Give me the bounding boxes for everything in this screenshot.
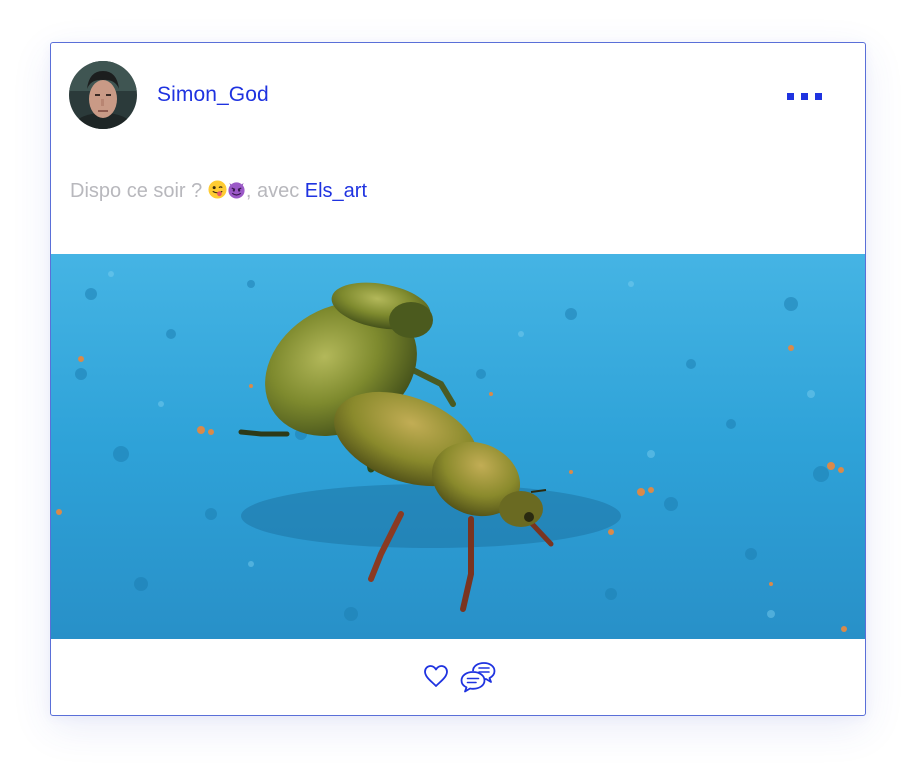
like-button[interactable]	[421, 661, 451, 691]
post-header: Simon_God	[51, 43, 865, 149]
smiling-imp-emoji	[228, 182, 245, 199]
ellipsis-icon	[787, 93, 794, 100]
heart-icon	[424, 665, 448, 687]
post-caption: Dispo ce soir ? , avec Els_art	[70, 180, 367, 203]
ellipsis-icon	[801, 93, 808, 100]
ellipsis-icon	[815, 93, 822, 100]
post-image[interactable]	[51, 254, 865, 639]
more-options-button[interactable]	[781, 81, 829, 111]
avatar-image	[69, 61, 137, 129]
caption-with-prefix: , avec	[245, 180, 300, 202]
beetles-photo	[51, 254, 865, 639]
winking-face-tongue-emoji	[208, 180, 227, 199]
tagged-user-link[interactable]: Els_art	[305, 180, 367, 202]
avatar[interactable]	[69, 61, 137, 129]
chat-bubbles-icon	[460, 662, 496, 693]
post-actions	[51, 639, 865, 715]
caption-text: Dispo ce soir ?	[70, 180, 203, 202]
post-card: Simon_God Dispo ce soir ? , avec Els_art	[50, 42, 866, 716]
author-username[interactable]: Simon_God	[157, 83, 269, 107]
page: Simon_God Dispo ce soir ? , avec Els_art	[0, 0, 917, 774]
comment-button[interactable]	[459, 659, 497, 695]
